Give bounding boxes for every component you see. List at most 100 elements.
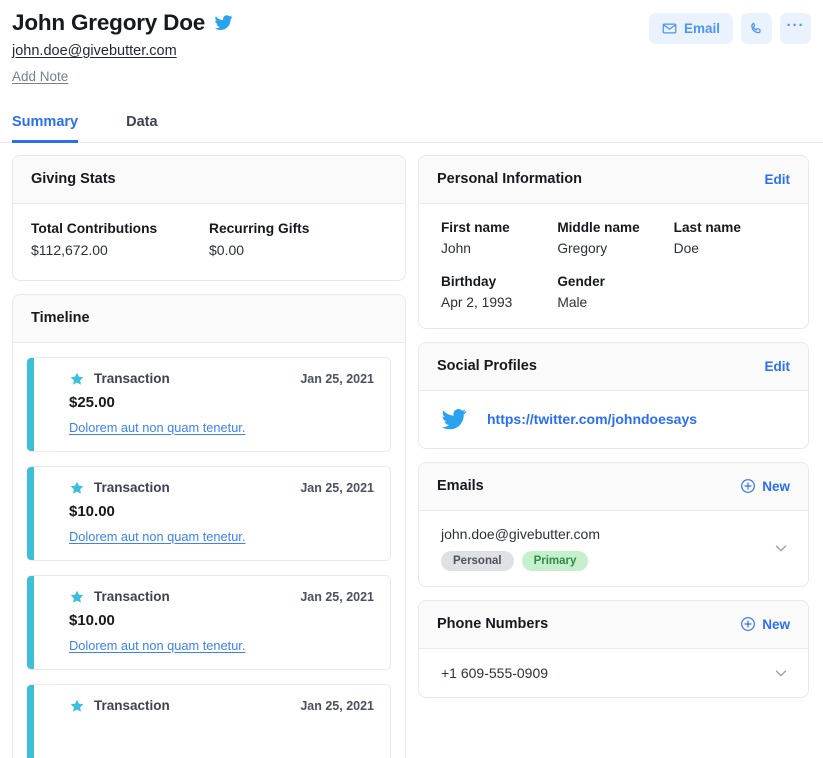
timeline-item-top: Transaction Jan 25, 2021 bbox=[69, 371, 374, 387]
giving-stats-title: Giving Stats bbox=[31, 171, 116, 188]
phone-numbers-new-label: New bbox=[762, 616, 790, 632]
field-birthday: Birthday Apr 2, 1993 bbox=[441, 274, 557, 310]
timeline-item-amount: $10.00 bbox=[69, 611, 115, 629]
timeline-item-date: Jan 25, 2021 bbox=[300, 589, 374, 604]
star-icon bbox=[69, 698, 85, 714]
header-identity: John Gregory Doe john.doe@givebutter.com… bbox=[12, 8, 233, 86]
giving-stats-card: Giving Stats Total Contributions $112,67… bbox=[12, 154, 406, 281]
name-row: John Gregory Doe bbox=[12, 10, 233, 36]
phone-numbers-body: +1 609-555-0909 bbox=[419, 649, 808, 697]
emails-title: Emails bbox=[437, 478, 484, 495]
chevron-down-icon[interactable] bbox=[772, 539, 790, 557]
timeline-accent-bar bbox=[27, 684, 34, 758]
emails-header: Emails New bbox=[419, 462, 808, 511]
timeline-item[interactable]: Transaction Jan 25, 2021 $10.00 Dolorem … bbox=[27, 574, 391, 670]
phone-numbers-title: Phone Numbers bbox=[437, 616, 549, 633]
emails-new-label: New bbox=[762, 478, 790, 494]
call-button[interactable] bbox=[741, 13, 772, 44]
field-middle-name: Middle name Gregory bbox=[557, 220, 673, 256]
timeline-item-date: Jan 25, 2021 bbox=[300, 698, 374, 713]
twitter-icon bbox=[214, 13, 233, 32]
contact-detail-page: John Gregory Doe john.doe@givebutter.com… bbox=[0, 0, 823, 758]
timeline-item-top: Transaction Jan 25, 2021 bbox=[69, 480, 374, 496]
phone-icon bbox=[749, 21, 764, 36]
email-entry: john.doe@givebutter.com Personal Primary bbox=[441, 526, 600, 571]
ellipsis-icon: ··· bbox=[786, 17, 805, 34]
timeline-item-date: Jan 25, 2021 bbox=[300, 371, 374, 386]
phone-numbers-card: Phone Numbers New +1 609-555-0909 bbox=[418, 599, 809, 698]
timeline-card: Timeline Transaction Jan 25, 2021 $25.00… bbox=[12, 293, 406, 758]
timeline-item-type-wrap: Transaction bbox=[69, 589, 170, 605]
status-badge: Primary bbox=[521, 550, 589, 571]
right-column: Personal Information Edit First name Joh… bbox=[418, 154, 809, 698]
field-value: Doe bbox=[673, 240, 699, 256]
timeline-item-type-wrap: Transaction bbox=[69, 371, 170, 387]
envelope-icon bbox=[662, 21, 677, 36]
email-button[interactable]: Email bbox=[648, 13, 733, 44]
star-icon bbox=[69, 371, 85, 387]
personal-information-header: Personal Information Edit bbox=[419, 155, 808, 204]
phone-numbers-new-button[interactable]: New bbox=[740, 616, 790, 632]
phone-value: +1 609-555-0909 bbox=[441, 664, 549, 681]
social-profiles-header: Social Profiles Edit bbox=[419, 342, 808, 391]
timeline-item-type-wrap: Transaction bbox=[69, 698, 170, 714]
social-profiles-title: Social Profiles bbox=[437, 358, 537, 375]
timeline-item-type: Transaction bbox=[94, 480, 170, 496]
timeline-item[interactable]: Transaction Jan 25, 2021 $25.00 Dolorem … bbox=[27, 356, 391, 452]
timeline-item-top: Transaction Jan 25, 2021 bbox=[69, 589, 374, 605]
left-column: Giving Stats Total Contributions $112,67… bbox=[12, 154, 406, 758]
page-header: John Gregory Doe john.doe@givebutter.com… bbox=[0, 0, 823, 86]
email-button-label: Email bbox=[683, 21, 720, 36]
timeline-item[interactable]: Transaction Jan 25, 2021 bbox=[27, 683, 391, 758]
emails-body: john.doe@givebutter.com Personal Primary bbox=[419, 511, 808, 586]
field-spacer bbox=[674, 274, 790, 310]
field-label: Gender bbox=[557, 273, 605, 289]
stat-value: $112,672.00 bbox=[31, 241, 108, 258]
social-profiles-edit-button[interactable]: Edit bbox=[765, 359, 791, 374]
timeline-item-note-link[interactable]: Dolorem aut non quam tenetur. bbox=[69, 420, 245, 435]
timeline-list: Transaction Jan 25, 2021 $25.00 Dolorem … bbox=[13, 343, 405, 758]
field-value: Gregory bbox=[557, 240, 608, 256]
field-gender: Gender Male bbox=[557, 274, 673, 310]
emails-new-button[interactable]: New bbox=[740, 478, 790, 494]
chevron-down-icon[interactable] bbox=[772, 664, 790, 682]
more-options-button[interactable]: ··· bbox=[780, 13, 811, 44]
status-badge: Personal bbox=[441, 550, 514, 571]
timeline-item-type: Transaction bbox=[94, 371, 170, 387]
personal-information-row: Birthday Apr 2, 1993 Gender Male bbox=[441, 274, 790, 310]
header-email-link[interactable]: john.doe@givebutter.com bbox=[12, 43, 177, 59]
timeline-item-note-link[interactable]: Dolorem aut non quam tenetur. bbox=[69, 638, 245, 653]
twitter-profile-link[interactable]: https://twitter.com/johndoesays bbox=[487, 411, 697, 427]
timeline-item-amount: $10.00 bbox=[69, 502, 115, 520]
personal-information-edit-button[interactable]: Edit bbox=[765, 172, 791, 187]
timeline-item-type-wrap: Transaction bbox=[69, 480, 170, 496]
main-content: Giving Stats Total Contributions $112,67… bbox=[0, 143, 823, 758]
email-value: john.doe@givebutter.com bbox=[441, 525, 600, 542]
giving-stats-header: Giving Stats bbox=[13, 155, 405, 204]
stat-total-contributions: Total Contributions $112,672.00 bbox=[31, 221, 209, 258]
timeline-title: Timeline bbox=[31, 310, 90, 327]
timeline-item[interactable]: Transaction Jan 25, 2021 $10.00 Dolorem … bbox=[27, 465, 391, 561]
field-last-name: Last name Doe bbox=[674, 220, 790, 256]
field-value: Male bbox=[557, 294, 588, 310]
tab-summary[interactable]: Summary bbox=[12, 106, 79, 143]
personal-information-row: First name John Middle name Gregory Last… bbox=[441, 220, 790, 256]
plus-circle-icon bbox=[740, 616, 756, 632]
star-icon bbox=[69, 480, 85, 496]
emails-card: Emails New john.doe@givebutter.com Perso… bbox=[418, 461, 809, 587]
timeline-item-note-link[interactable]: Dolorem aut non quam tenetur. bbox=[69, 529, 245, 544]
page-title: John Gregory Doe bbox=[12, 10, 206, 35]
social-profiles-body: https://twitter.com/johndoesays bbox=[419, 391, 808, 448]
timeline-accent-bar bbox=[27, 357, 34, 451]
email-badges: Personal Primary bbox=[441, 550, 600, 571]
timeline-accent-bar bbox=[27, 466, 34, 560]
tab-data[interactable]: Data bbox=[126, 106, 157, 143]
tab-bar: Summary Data bbox=[0, 106, 823, 143]
giving-stats-body: Total Contributions $112,672.00 Recurrin… bbox=[13, 204, 405, 280]
add-note-link[interactable]: Add Note bbox=[12, 69, 68, 84]
timeline-item-type: Transaction bbox=[94, 698, 170, 714]
personal-information-title: Personal Information bbox=[437, 171, 583, 188]
field-label: Middle name bbox=[557, 219, 640, 235]
field-label: First name bbox=[441, 219, 510, 235]
phone-numbers-header: Phone Numbers New bbox=[419, 600, 808, 649]
